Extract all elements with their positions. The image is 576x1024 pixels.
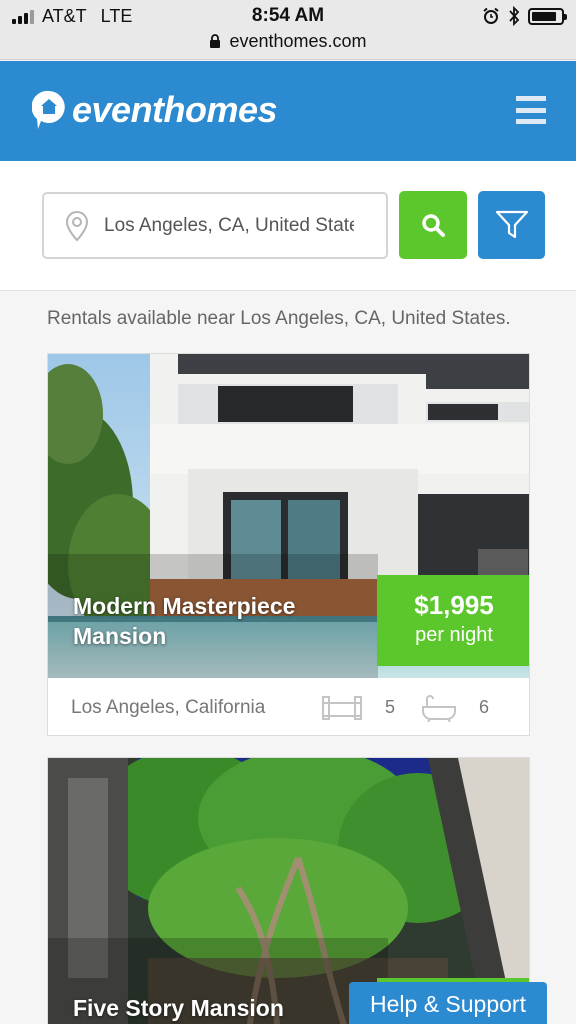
menu-icon[interactable] (516, 96, 546, 124)
bedrooms-value: 5 (385, 697, 396, 717)
status-right (482, 6, 567, 26)
search-icon (422, 214, 445, 237)
help-support-button[interactable]: Help & Support (349, 982, 547, 1024)
logo[interactable]: eventhomes (32, 89, 278, 131)
bath-icon (422, 694, 457, 722)
bathroom-count: 6 (421, 694, 489, 722)
bluetooth-icon (509, 6, 520, 26)
search-button[interactable] (399, 191, 467, 259)
listing-title[interactable]: Modern Masterpiece Mansion (73, 591, 353, 651)
alarm-icon (483, 7, 499, 24)
price-unit: per night (415, 624, 493, 646)
search-field[interactable] (42, 192, 388, 259)
location-search-input[interactable] (104, 214, 354, 237)
listing-location: Los Angeles, California (71, 696, 266, 718)
results-summary: Rentals available near Los Angeles, CA, … (47, 308, 511, 329)
brand-name: eventhomes (72, 89, 278, 130)
filter-icon (495, 210, 528, 239)
app-header: eventhomes (0, 61, 576, 161)
search-area (0, 161, 576, 291)
listing-footer: Los Angeles, California 5 6 (48, 678, 529, 735)
address-bar[interactable]: eventhomes.com (0, 31, 576, 52)
bedroom-count: 5 (321, 695, 421, 721)
listing-title[interactable]: Five Story Mansion (73, 993, 353, 1023)
logo-icon (32, 90, 65, 129)
lock-icon (210, 34, 221, 48)
listing-card[interactable]: Modern Masterpiece Mansion $1,995 per ni… (47, 353, 530, 736)
listing-price: $1,995 (414, 590, 494, 620)
location-pin-icon (65, 210, 89, 241)
status-bar: AT&T LTE 8:54 AM eventhomes.com (0, 0, 576, 60)
bathrooms-value: 6 (479, 697, 490, 717)
price-tag: $1,995 per night (377, 575, 529, 666)
listing-photo[interactable]: Modern Masterpiece Mansion $1,995 per ni… (48, 354, 529, 678)
filter-button[interactable] (478, 191, 545, 259)
url-text: eventhomes.com (229, 31, 367, 51)
bed-icon (322, 695, 362, 720)
battery-icon (528, 7, 567, 25)
